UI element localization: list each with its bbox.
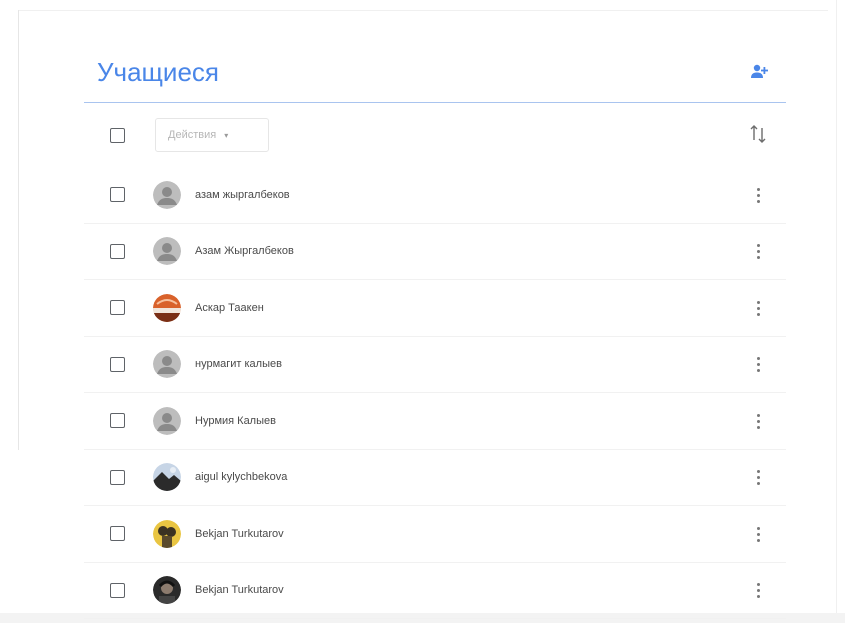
avatar [153,519,181,548]
more-vert-icon[interactable] [748,577,768,605]
window-right-border [836,0,837,623]
student-name[interactable]: Азам Жыргалбеков [195,245,294,257]
avatar [153,293,181,322]
student-row[interactable]: азам жыргалбеков [84,167,786,224]
actions-dropdown[interactable]: Действия ▾ [155,118,269,152]
more-vert-icon[interactable] [748,238,768,266]
avatar [153,180,181,209]
students-panel: Учащиеся Действия ▾ азам жыргалбеков Азам… [84,40,786,619]
student-name[interactable]: Bekjan Turkutarov [195,528,284,540]
window-top-border [18,10,828,11]
avatar [153,576,181,605]
chevron-down-icon: ▾ [224,130,229,140]
students-toolbar: Действия ▾ [84,103,786,167]
student-name[interactable]: Нурмия Калыев [195,415,276,427]
student-name[interactable]: азам жыргалбеков [195,189,290,201]
more-vert-icon[interactable] [748,464,768,492]
select-all-checkbox[interactable] [110,127,125,143]
student-name[interactable]: нурмагит калыев [195,358,282,370]
student-checkbox[interactable] [110,187,125,203]
student-name[interactable]: aigul kylychbekova [195,471,287,483]
student-row[interactable]: Аскар Таакен [84,280,786,337]
student-name[interactable]: Bekjan Turkutarov [195,584,284,596]
student-checkbox[interactable] [110,469,125,485]
student-row[interactable]: нурмагит калыев [84,337,786,393]
student-checkbox[interactable] [110,356,125,372]
student-name[interactable]: Аскар Таакен [195,302,264,314]
more-vert-icon[interactable] [748,407,768,435]
student-row[interactable]: Bekjan Turkutarov [84,563,786,619]
students-list: азам жыргалбеков Азам Жыргалбеков Аскар Та… [84,167,786,619]
student-row[interactable]: Bekjan Turkutarov [84,506,786,563]
more-vert-icon[interactable] [748,520,768,548]
student-checkbox[interactable] [110,243,125,259]
invite-students-button[interactable] [740,51,780,91]
more-vert-icon[interactable] [748,181,768,209]
sort-icon [750,125,766,143]
sort-button[interactable] [748,123,770,145]
page-title: Учащиеся [97,56,219,87]
avatar [153,237,181,266]
avatar [153,406,181,435]
students-header: Учащиеся [84,40,786,103]
person-add-icon [751,64,768,78]
student-checkbox[interactable] [110,582,125,598]
student-row[interactable]: aigul kylychbekova [84,450,786,506]
more-vert-icon[interactable] [748,351,768,379]
avatar [153,350,181,379]
student-checkbox[interactable] [110,526,125,542]
actions-label: Действия [168,129,217,141]
window-left-border [18,10,19,450]
avatar [153,463,181,492]
student-checkbox[interactable] [110,300,125,316]
more-vert-icon[interactable] [748,294,768,322]
student-row[interactable]: Нурмия Калыев [84,393,786,450]
student-checkbox[interactable] [110,413,125,429]
student-row[interactable]: Азам Жыргалбеков [84,224,786,280]
